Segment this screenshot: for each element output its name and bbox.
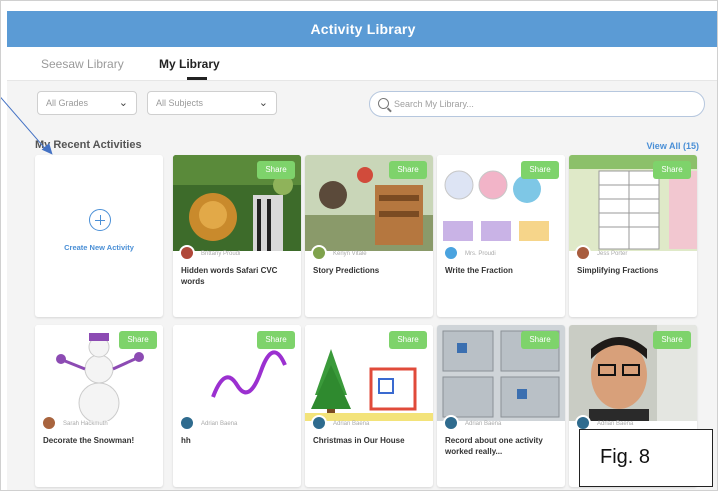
avatar: [311, 415, 327, 431]
grades-dropdown-label: All Grades: [46, 98, 89, 108]
avatar: [443, 245, 459, 261]
page-title: Activity Library: [310, 21, 416, 37]
activity-title: Decorate the Snowman!: [43, 436, 135, 445]
activity-title: hh: [181, 436, 191, 445]
avatar: [179, 415, 195, 431]
author-name: Mrs. Proudi: [465, 251, 496, 257]
avatar: [311, 245, 327, 261]
share-button[interactable]: Share: [119, 331, 157, 349]
tab-my-library[interactable]: My Library: [159, 57, 220, 71]
tab-seesaw-library[interactable]: Seesaw Library: [41, 57, 124, 71]
author-name: Kenyn Vitale: [333, 251, 367, 257]
subjects-dropdown-label: All Subjects: [156, 98, 204, 108]
activity-card[interactable]: Share Brittany Proudi Hidden words Safar…: [173, 155, 301, 317]
avatar: [41, 415, 57, 431]
activity-title: Hidden words Safari CVC words: [181, 266, 278, 286]
search-input[interactable]: Search My Library...: [369, 91, 705, 117]
activity-card[interactable]: Share Mrs. Proudi Write the Fraction: [437, 155, 565, 317]
author-name: Sarah Hackmuth: [63, 421, 108, 427]
grades-dropdown[interactable]: All Grades ⌄: [37, 91, 137, 115]
author-name: Adrian Baena: [465, 421, 502, 427]
screenshot-frame: Activity Library Seesaw Library My Libra…: [0, 0, 718, 491]
activity-card[interactable]: Share Jess Porter Simplifying Fractions: [569, 155, 697, 317]
activity-title: Christmas in Our House: [313, 436, 405, 445]
figure-label-text: Fig. 8: [600, 446, 651, 468]
chevron-down-icon: ⌄: [258, 97, 268, 109]
activity-card[interactable]: Share Adrian Baena Record about one acti…: [437, 325, 565, 487]
plus-circle-icon: [89, 209, 111, 231]
author-name: Adrian Baena: [333, 421, 370, 427]
activity-card[interactable]: Share Sarah Hackmuth Decorate the Snowma…: [35, 325, 163, 487]
create-new-activity-label: Create New Activity: [64, 243, 134, 252]
search-icon: [378, 98, 389, 109]
activity-title: Simplifying Fractions: [577, 266, 659, 275]
share-button[interactable]: Share: [257, 161, 295, 179]
activity-title: Write the Fraction: [445, 266, 513, 275]
activity-card[interactable]: Share Kenyn Vitale Story Predictions: [305, 155, 433, 317]
chevron-down-icon: ⌄: [118, 97, 128, 109]
share-button[interactable]: Share: [521, 161, 559, 179]
activity-card[interactable]: Share Adrian Baena hh: [173, 325, 301, 487]
activity-title: Story Predictions: [313, 266, 380, 275]
create-new-activity-card[interactable]: Create New Activity: [35, 155, 163, 317]
share-button[interactable]: Share: [521, 331, 559, 349]
activity-card[interactable]: Share Adrian Baena Christmas in Our Hous…: [305, 325, 433, 487]
activity-title: Record about one activity worked really.…: [445, 436, 543, 456]
view-all-link[interactable]: View All (15): [646, 141, 699, 151]
library-tabs: Seesaw Library My Library: [7, 47, 717, 81]
author-name: Brittany Proudi: [201, 251, 241, 257]
avatar: [575, 245, 591, 261]
share-button[interactable]: Share: [653, 161, 691, 179]
author-name: Jess Porter: [597, 251, 628, 257]
subjects-dropdown[interactable]: All Subjects ⌄: [147, 91, 277, 115]
app-header: Activity Library: [7, 11, 717, 47]
avatar: [179, 245, 195, 261]
share-button[interactable]: Share: [389, 161, 427, 179]
avatar: [443, 415, 459, 431]
active-tab-indicator: [187, 77, 207, 80]
share-button[interactable]: Share: [653, 331, 691, 349]
share-button[interactable]: Share: [389, 331, 427, 349]
author-name: Adrian Baena: [597, 421, 634, 427]
search-placeholder: Search My Library...: [394, 99, 474, 109]
author-name: Adrian Baena: [201, 421, 238, 427]
figure-label: Fig. 8: [579, 429, 713, 487]
share-button[interactable]: Share: [257, 331, 295, 349]
filter-bar: All Grades ⌄ All Subjects ⌄ Search My Li…: [7, 81, 717, 127]
